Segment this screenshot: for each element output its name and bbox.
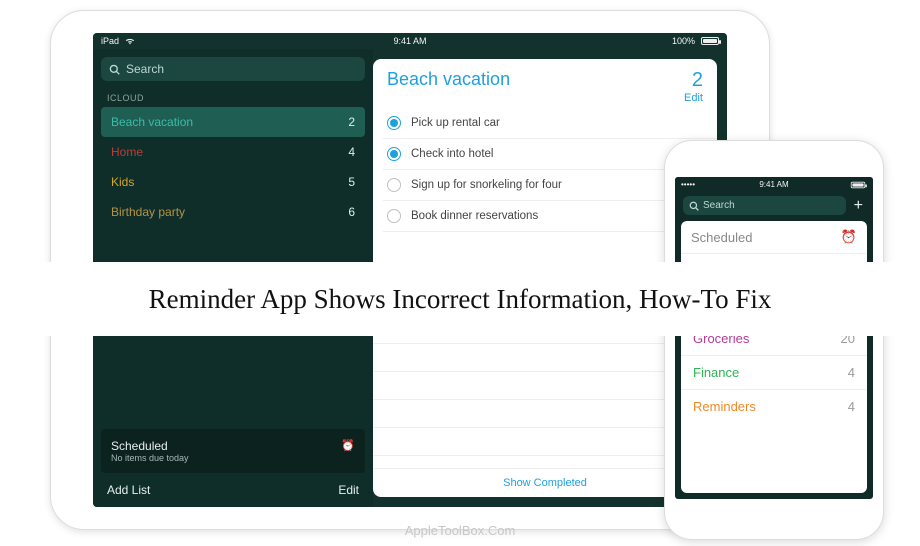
list-item-count: 4 — [848, 399, 855, 414]
ipad-status-bar: iPad 9:41 AM 100% — [93, 33, 727, 49]
sidebar-item-label: Kids — [111, 175, 134, 189]
section-label: ICLOUD — [101, 91, 365, 107]
list-item[interactable]: Finance 4 — [681, 355, 867, 389]
wifi-icon — [125, 37, 135, 45]
scheduled-card[interactable]: Scheduled No items due today ⏰ — [101, 429, 365, 473]
task-radio[interactable] — [387, 147, 401, 161]
iphone-screen: ••••• 9:41 AM Search + Scheduled ⏰ Kids5… — [675, 177, 873, 499]
sidebar-item[interactable]: Kids 5 — [101, 167, 365, 197]
sidebar-item-count: 2 — [348, 115, 355, 129]
sidebar-item[interactable]: Birthday party 6 — [101, 197, 365, 227]
sidebar-edit-button[interactable]: Edit — [338, 483, 359, 497]
add-button[interactable]: + — [852, 197, 865, 215]
panel-edit-button[interactable]: Edit — [684, 92, 703, 104]
scheduled-subtitle: No items due today — [111, 453, 189, 463]
search-icon — [689, 201, 699, 211]
iphone-device: ••••• 9:41 AM Search + Scheduled ⏰ Kids5… — [664, 140, 884, 540]
battery-percent: 100% — [672, 36, 695, 46]
list-item-label: Finance — [693, 365, 739, 380]
task-radio[interactable] — [387, 116, 401, 130]
task-row[interactable]: Pick up rental car — [383, 108, 717, 139]
sidebar-item-count: 5 — [348, 175, 355, 189]
sidebar-item-label: Beach vacation — [111, 115, 193, 129]
list-item-label: Reminders — [693, 399, 756, 414]
alarm-icon: ⏰ — [841, 229, 857, 245]
search-icon — [109, 64, 120, 75]
clock-label: 9:41 AM — [393, 36, 426, 46]
sidebar-item[interactable]: Home 4 — [101, 137, 365, 167]
task-label: Pick up rental car — [411, 117, 500, 129]
search-input[interactable]: Search — [101, 57, 365, 81]
sidebar-item[interactable]: Beach vacation 2 — [101, 107, 365, 137]
task-radio[interactable] — [387, 209, 401, 223]
task-label: Check into hotel — [411, 148, 493, 160]
headline-banner: Reminder App Shows Incorrect Information… — [0, 262, 920, 336]
battery-icon — [701, 37, 719, 45]
sidebar-item-label: Birthday party — [111, 205, 185, 219]
task-radio[interactable] — [387, 178, 401, 192]
iphone-status-bar: ••••• 9:41 AM — [675, 177, 873, 192]
list-item[interactable]: Reminders 4 — [681, 389, 867, 423]
panel-title: Beach vacation — [387, 69, 510, 104]
scheduled-row[interactable]: Scheduled ⏰ — [681, 221, 867, 253]
sidebar-item-count: 4 — [348, 145, 355, 159]
search-input[interactable]: Search — [683, 196, 846, 215]
panel-count: 2 — [684, 69, 703, 92]
add-list-button[interactable]: Add List — [107, 483, 150, 497]
task-label: Book dinner reservations — [411, 210, 538, 222]
search-placeholder: Search — [703, 200, 735, 211]
headline-text: Reminder App Shows Incorrect Information… — [149, 284, 772, 315]
scheduled-title: Scheduled — [111, 439, 189, 453]
watermark: AppleToolBox.Com — [405, 523, 516, 538]
device-label: iPad — [101, 36, 119, 46]
clock-label: 9:41 AM — [759, 180, 788, 189]
sidebar-item-count: 6 — [348, 205, 355, 219]
signal-icon: ••••• — [681, 180, 695, 189]
sidebar-item-label: Home — [111, 145, 143, 159]
alarm-icon: ⏰ — [341, 439, 355, 452]
battery-icon — [851, 181, 865, 187]
task-label: Sign up for snorkeling for four — [411, 179, 562, 191]
list-item-count: 4 — [848, 365, 855, 380]
scheduled-label: Scheduled — [691, 230, 752, 245]
search-placeholder: Search — [126, 62, 164, 76]
